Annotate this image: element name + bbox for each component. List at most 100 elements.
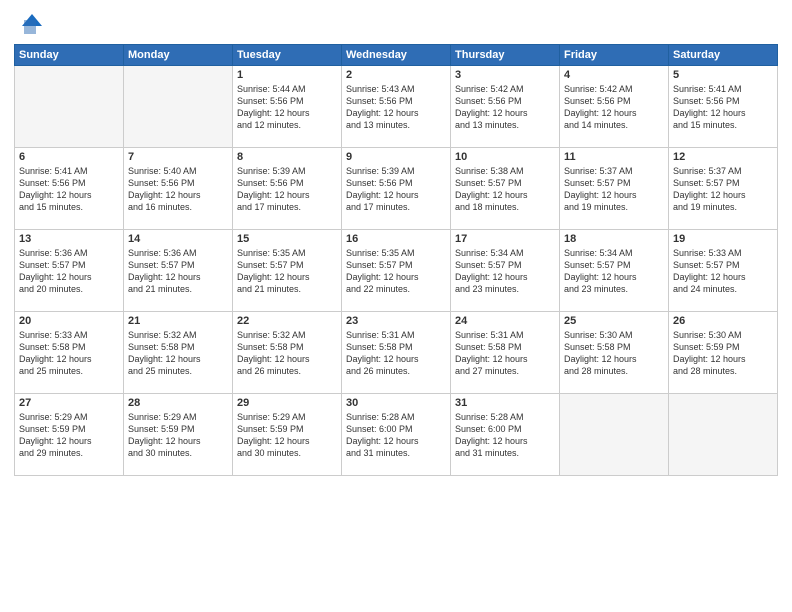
day-number: 12 bbox=[673, 151, 773, 163]
day-info: Sunrise: 5:39 AM Sunset: 5:56 PM Dayligh… bbox=[346, 165, 446, 214]
day-number: 2 bbox=[346, 69, 446, 81]
calendar-cell: 17 Sunrise: 5:34 AM Sunset: 5:57 PM Dayli… bbox=[451, 230, 560, 312]
day-number: 3 bbox=[455, 69, 555, 81]
day-info: Sunrise: 5:30 AM Sunset: 5:59 PM Dayligh… bbox=[673, 329, 773, 378]
calendar-cell bbox=[15, 66, 124, 148]
weekday-header-cell: Tuesday bbox=[233, 45, 342, 66]
page: SundayMondayTuesdayWednesdayThursdayFrid… bbox=[0, 0, 792, 612]
day-number: 26 bbox=[673, 315, 773, 327]
calendar-cell: 6 Sunrise: 5:41 AM Sunset: 5:56 PM Daylig… bbox=[15, 148, 124, 230]
calendar-cell: 7 Sunrise: 5:40 AM Sunset: 5:56 PM Daylig… bbox=[124, 148, 233, 230]
day-number: 9 bbox=[346, 151, 446, 163]
day-number: 10 bbox=[455, 151, 555, 163]
calendar-cell: 1 Sunrise: 5:44 AM Sunset: 5:56 PM Daylig… bbox=[233, 66, 342, 148]
day-info: Sunrise: 5:37 AM Sunset: 5:57 PM Dayligh… bbox=[564, 165, 664, 214]
calendar-body: 1 Sunrise: 5:44 AM Sunset: 5:56 PM Daylig… bbox=[15, 66, 778, 476]
day-number: 11 bbox=[564, 151, 664, 163]
day-info: Sunrise: 5:31 AM Sunset: 5:58 PM Dayligh… bbox=[455, 329, 555, 378]
calendar-cell: 23 Sunrise: 5:31 AM Sunset: 5:58 PM Dayli… bbox=[342, 312, 451, 394]
day-number: 15 bbox=[237, 233, 337, 245]
calendar: SundayMondayTuesdayWednesdayThursdayFrid… bbox=[14, 44, 778, 476]
calendar-cell: 15 Sunrise: 5:35 AM Sunset: 5:57 PM Dayli… bbox=[233, 230, 342, 312]
day-number: 19 bbox=[673, 233, 773, 245]
weekday-header-cell: Thursday bbox=[451, 45, 560, 66]
day-info: Sunrise: 5:29 AM Sunset: 5:59 PM Dayligh… bbox=[19, 411, 119, 460]
day-number: 18 bbox=[564, 233, 664, 245]
day-number: 22 bbox=[237, 315, 337, 327]
day-number: 30 bbox=[346, 397, 446, 409]
day-info: Sunrise: 5:40 AM Sunset: 5:56 PM Dayligh… bbox=[128, 165, 228, 214]
calendar-cell: 29Sunrise: 5:29 AM Sunset: 5:59 PM Dayli… bbox=[233, 394, 342, 476]
day-number: 7 bbox=[128, 151, 228, 163]
logo bbox=[14, 10, 46, 38]
weekday-header-cell: Wednesday bbox=[342, 45, 451, 66]
weekday-header-cell: Friday bbox=[560, 45, 669, 66]
calendar-cell: 25Sunrise: 5:30 AM Sunset: 5:58 PM Dayli… bbox=[560, 312, 669, 394]
weekday-header-cell: Sunday bbox=[15, 45, 124, 66]
day-number: 5 bbox=[673, 69, 773, 81]
calendar-cell: 20Sunrise: 5:33 AM Sunset: 5:58 PM Dayli… bbox=[15, 312, 124, 394]
calendar-cell: 8Sunrise: 5:39 AM Sunset: 5:56 PM Daylig… bbox=[233, 148, 342, 230]
calendar-cell: 18 Sunrise: 5:34 AM Sunset: 5:57 PM Dayli… bbox=[560, 230, 669, 312]
calendar-cell: 22 Sunrise: 5:32 AM Sunset: 5:58 PM Dayli… bbox=[233, 312, 342, 394]
day-number: 29 bbox=[237, 397, 337, 409]
day-info: Sunrise: 5:37 AM Sunset: 5:57 PM Dayligh… bbox=[673, 165, 773, 214]
week-row: 27 Sunrise: 5:29 AM Sunset: 5:59 PM Dayli… bbox=[15, 394, 778, 476]
day-info: Sunrise: 5:33 AM Sunset: 5:58 PM Dayligh… bbox=[19, 329, 119, 378]
day-number: 31 bbox=[455, 397, 555, 409]
day-number: 8 bbox=[237, 151, 337, 163]
day-info: Sunrise: 5:44 AM Sunset: 5:56 PM Dayligh… bbox=[237, 83, 337, 132]
day-info: Sunrise: 5:34 AM Sunset: 5:57 PM Dayligh… bbox=[564, 247, 664, 296]
calendar-cell bbox=[560, 394, 669, 476]
day-number: 13 bbox=[19, 233, 119, 245]
day-info: Sunrise: 5:28 AM Sunset: 6:00 PM Dayligh… bbox=[455, 411, 555, 460]
calendar-cell bbox=[124, 66, 233, 148]
calendar-cell: 28Sunrise: 5:29 AM Sunset: 5:59 PM Dayli… bbox=[124, 394, 233, 476]
calendar-cell: 30 Sunrise: 5:28 AM Sunset: 6:00 PM Dayli… bbox=[342, 394, 451, 476]
day-info: Sunrise: 5:36 AM Sunset: 5:57 PM Dayligh… bbox=[128, 247, 228, 296]
day-number: 17 bbox=[455, 233, 555, 245]
day-info: Sunrise: 5:33 AM Sunset: 5:57 PM Dayligh… bbox=[673, 247, 773, 296]
day-info: Sunrise: 5:38 AM Sunset: 5:57 PM Dayligh… bbox=[455, 165, 555, 214]
calendar-cell: 2Sunrise: 5:43 AM Sunset: 5:56 PM Daylig… bbox=[342, 66, 451, 148]
calendar-cell: 3 Sunrise: 5:42 AM Sunset: 5:56 PM Daylig… bbox=[451, 66, 560, 148]
calendar-cell: 4 Sunrise: 5:42 AM Sunset: 5:56 PM Daylig… bbox=[560, 66, 669, 148]
day-info: Sunrise: 5:32 AM Sunset: 5:58 PM Dayligh… bbox=[237, 329, 337, 378]
day-number: 4 bbox=[564, 69, 664, 81]
day-number: 23 bbox=[346, 315, 446, 327]
day-info: Sunrise: 5:35 AM Sunset: 5:57 PM Dayligh… bbox=[346, 247, 446, 296]
day-info: Sunrise: 5:32 AM Sunset: 5:58 PM Dayligh… bbox=[128, 329, 228, 378]
weekday-header-cell: Monday bbox=[124, 45, 233, 66]
calendar-cell: 16 Sunrise: 5:35 AM Sunset: 5:57 PM Dayli… bbox=[342, 230, 451, 312]
day-info: Sunrise: 5:42 AM Sunset: 5:56 PM Dayligh… bbox=[564, 83, 664, 132]
header bbox=[14, 10, 778, 38]
calendar-cell: 26 Sunrise: 5:30 AM Sunset: 5:59 PM Dayli… bbox=[669, 312, 778, 394]
calendar-cell: 24 Sunrise: 5:31 AM Sunset: 5:58 PM Dayli… bbox=[451, 312, 560, 394]
logo-icon bbox=[14, 10, 42, 38]
day-number: 6 bbox=[19, 151, 119, 163]
calendar-cell: 14 Sunrise: 5:36 AM Sunset: 5:57 PM Dayli… bbox=[124, 230, 233, 312]
calendar-cell: 31 Sunrise: 5:28 AM Sunset: 6:00 PM Dayli… bbox=[451, 394, 560, 476]
calendar-cell: 11 Sunrise: 5:37 AM Sunset: 5:57 PM Dayli… bbox=[560, 148, 669, 230]
week-row: 20Sunrise: 5:33 AM Sunset: 5:58 PM Dayli… bbox=[15, 312, 778, 394]
day-number: 24 bbox=[455, 315, 555, 327]
day-info: Sunrise: 5:35 AM Sunset: 5:57 PM Dayligh… bbox=[237, 247, 337, 296]
calendar-cell: 12 Sunrise: 5:37 AM Sunset: 5:57 PM Dayli… bbox=[669, 148, 778, 230]
calendar-cell: 10 Sunrise: 5:38 AM Sunset: 5:57 PM Dayli… bbox=[451, 148, 560, 230]
calendar-cell bbox=[669, 394, 778, 476]
day-info: Sunrise: 5:31 AM Sunset: 5:58 PM Dayligh… bbox=[346, 329, 446, 378]
day-number: 28 bbox=[128, 397, 228, 409]
week-row: 1 Sunrise: 5:44 AM Sunset: 5:56 PM Daylig… bbox=[15, 66, 778, 148]
day-info: Sunrise: 5:36 AM Sunset: 5:57 PM Dayligh… bbox=[19, 247, 119, 296]
calendar-cell: 5Sunrise: 5:41 AM Sunset: 5:56 PM Daylig… bbox=[669, 66, 778, 148]
day-number: 16 bbox=[346, 233, 446, 245]
day-info: Sunrise: 5:42 AM Sunset: 5:56 PM Dayligh… bbox=[455, 83, 555, 132]
day-info: Sunrise: 5:28 AM Sunset: 6:00 PM Dayligh… bbox=[346, 411, 446, 460]
day-info: Sunrise: 5:34 AM Sunset: 5:57 PM Dayligh… bbox=[455, 247, 555, 296]
day-number: 27 bbox=[19, 397, 119, 409]
day-number: 1 bbox=[237, 69, 337, 81]
calendar-cell: 21Sunrise: 5:32 AM Sunset: 5:58 PM Dayli… bbox=[124, 312, 233, 394]
calendar-cell: 19 Sunrise: 5:33 AM Sunset: 5:57 PM Dayli… bbox=[669, 230, 778, 312]
day-number: 14 bbox=[128, 233, 228, 245]
day-info: Sunrise: 5:41 AM Sunset: 5:56 PM Dayligh… bbox=[19, 165, 119, 214]
